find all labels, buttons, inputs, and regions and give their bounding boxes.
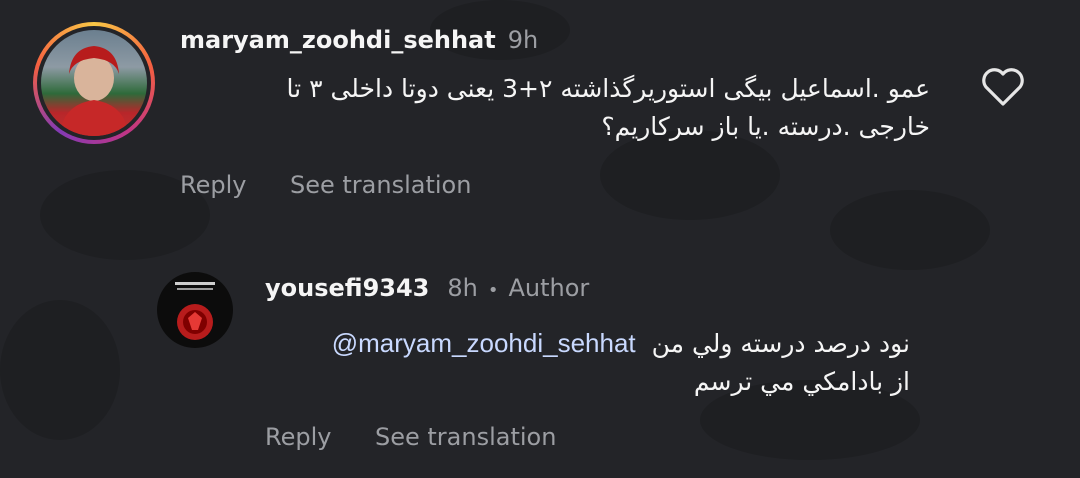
comment-username[interactable]: maryam_zoohdi_sehhat — [180, 26, 496, 54]
comment-text: عمو .اسماعیل بیگی استوریرگذاشته ۲+3 یعنی… — [180, 70, 930, 146]
profile-photo — [41, 30, 147, 136]
reply-button[interactable]: Reply — [265, 423, 331, 451]
comment-time: 8h — [447, 274, 478, 302]
see-translation-button[interactable]: See translation — [290, 171, 471, 199]
user-mention-link[interactable]: @maryam_zoohdi_sehhat — [332, 328, 636, 358]
reply-button[interactable]: Reply — [180, 171, 246, 199]
comment-item: maryam_zoohdi_sehhat 9h عمو .اسماعیل بیگ… — [0, 0, 1080, 230]
separator-dot: • — [487, 280, 499, 301]
avatar[interactable] — [33, 22, 155, 144]
club-logo-icon — [175, 282, 215, 340]
author-badge: Author — [508, 274, 590, 302]
heart-outline-icon — [982, 68, 1024, 106]
comment-time: 9h — [507, 26, 539, 54]
comment-text-line: نود درصد درسته ولي من — [651, 329, 910, 358]
like-button[interactable] — [980, 66, 1026, 108]
reply-item: yousefi9343 8h • Author نود درصد درسته و… — [0, 230, 1080, 478]
comment-text-line: خارجی .درسته .یا باز سرکاریم؟ — [601, 112, 930, 141]
comment-text-line: عمو .اسماعیل بیگی استوریرگذاشته ۲+3 یعنی… — [286, 74, 930, 103]
comment-username[interactable]: yousefi9343 — [265, 274, 429, 302]
person-silhouette-icon — [59, 46, 129, 136]
comment-text-line: از بادامكي مي ترسم — [693, 367, 910, 396]
avatar[interactable] — [157, 272, 233, 348]
see-translation-button[interactable]: See translation — [375, 423, 556, 451]
comment-text: نود درصد درسته ولي من @maryam_zoohdi_seh… — [265, 324, 910, 401]
